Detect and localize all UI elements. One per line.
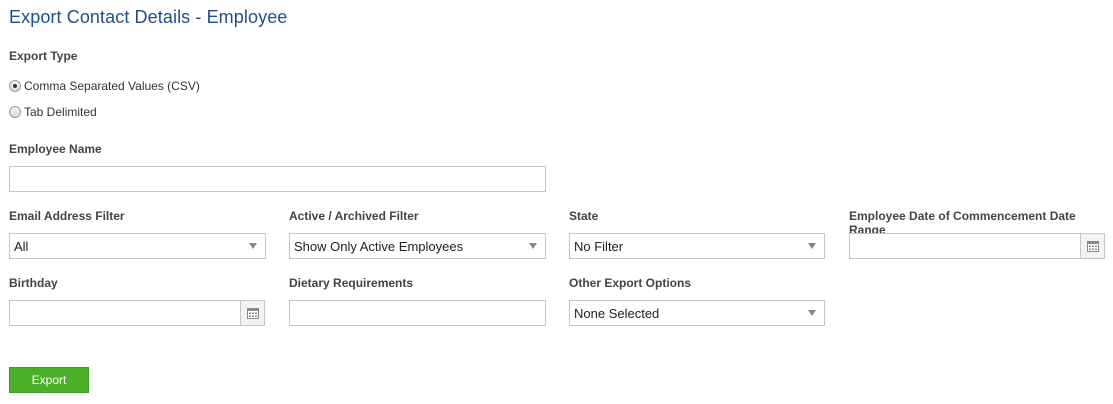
- calendar-icon: [1086, 240, 1099, 252]
- active-filter-value: Show Only Active Employees: [294, 238, 464, 254]
- dietary-label: Dietary Requirements: [289, 276, 414, 290]
- page-title: Export Contact Details - Employee: [9, 7, 288, 27]
- radio-tab-label: Tab Delimited: [24, 105, 97, 119]
- email-filter-select[interactable]: All: [9, 233, 266, 259]
- state-value: No Filter: [574, 238, 624, 254]
- birthday-date-input[interactable]: [9, 300, 265, 326]
- calendar-button[interactable]: [1080, 234, 1104, 258]
- chevron-down-icon: [249, 243, 257, 249]
- chevron-down-icon: [529, 243, 537, 249]
- calendar-icon: [246, 307, 259, 319]
- email-filter-label: Email Address Filter: [9, 209, 125, 223]
- export-type-label: Export Type: [9, 49, 78, 63]
- radio-unchecked-icon[interactable]: [9, 106, 21, 118]
- calendar-button[interactable]: [240, 301, 264, 325]
- other-options-label: Other Export Options: [569, 276, 692, 290]
- state-select[interactable]: No Filter: [569, 233, 825, 259]
- dietary-input[interactable]: [289, 300, 546, 326]
- active-filter-label: Active / Archived Filter: [289, 209, 419, 223]
- commencement-date-input[interactable]: [849, 233, 1105, 259]
- radio-csv-label: Comma Separated Values (CSV): [24, 79, 200, 93]
- chevron-down-icon: [808, 243, 816, 249]
- other-options-value: None Selected: [574, 305, 660, 321]
- radio-tab-delimited[interactable]: Tab Delimited: [9, 105, 97, 119]
- state-label: State: [569, 209, 599, 223]
- other-options-select[interactable]: None Selected: [569, 300, 825, 326]
- radio-checked-icon[interactable]: [9, 80, 21, 92]
- radio-csv[interactable]: Comma Separated Values (CSV): [9, 79, 200, 93]
- export-button[interactable]: Export: [9, 367, 89, 393]
- employee-name-label: Employee Name: [9, 142, 102, 156]
- chevron-down-icon: [808, 310, 816, 316]
- email-filter-value: All: [14, 238, 29, 254]
- birthday-label: Birthday: [9, 276, 58, 290]
- employee-name-input[interactable]: [9, 166, 546, 192]
- active-filter-select[interactable]: Show Only Active Employees: [289, 233, 546, 259]
